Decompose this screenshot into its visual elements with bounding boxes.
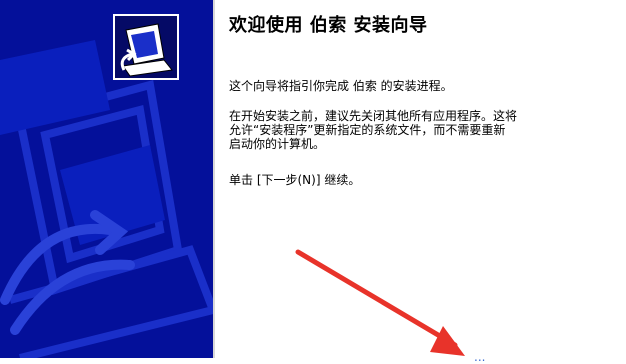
wizard-content: 欢迎使用 伯索 安装向导 这个向导将指引你完成 伯索 的安装进程。 在开始安装之…: [228, 0, 618, 358]
page-title: 欢迎使用 伯索 安装向导: [229, 15, 428, 36]
intro-text: 这个向导将指引你完成 伯索 的安装进程。: [229, 79, 453, 93]
computer-setup-icon: [113, 14, 179, 80]
close-apps-advice: 在开始安装之前，建议先关闭其他所有应用程序。这将 允许“安装程序”更新指定的系统…: [229, 109, 518, 151]
sidebar-artwork: [0, 14, 213, 358]
wizard-sidebar-banner: [0, 0, 213, 358]
partial-bottom-text: ...: [474, 350, 486, 364]
sidebar-divider: [213, 0, 215, 358]
next-instruction: 单击 [下一步(N)] 继续。: [229, 173, 361, 187]
